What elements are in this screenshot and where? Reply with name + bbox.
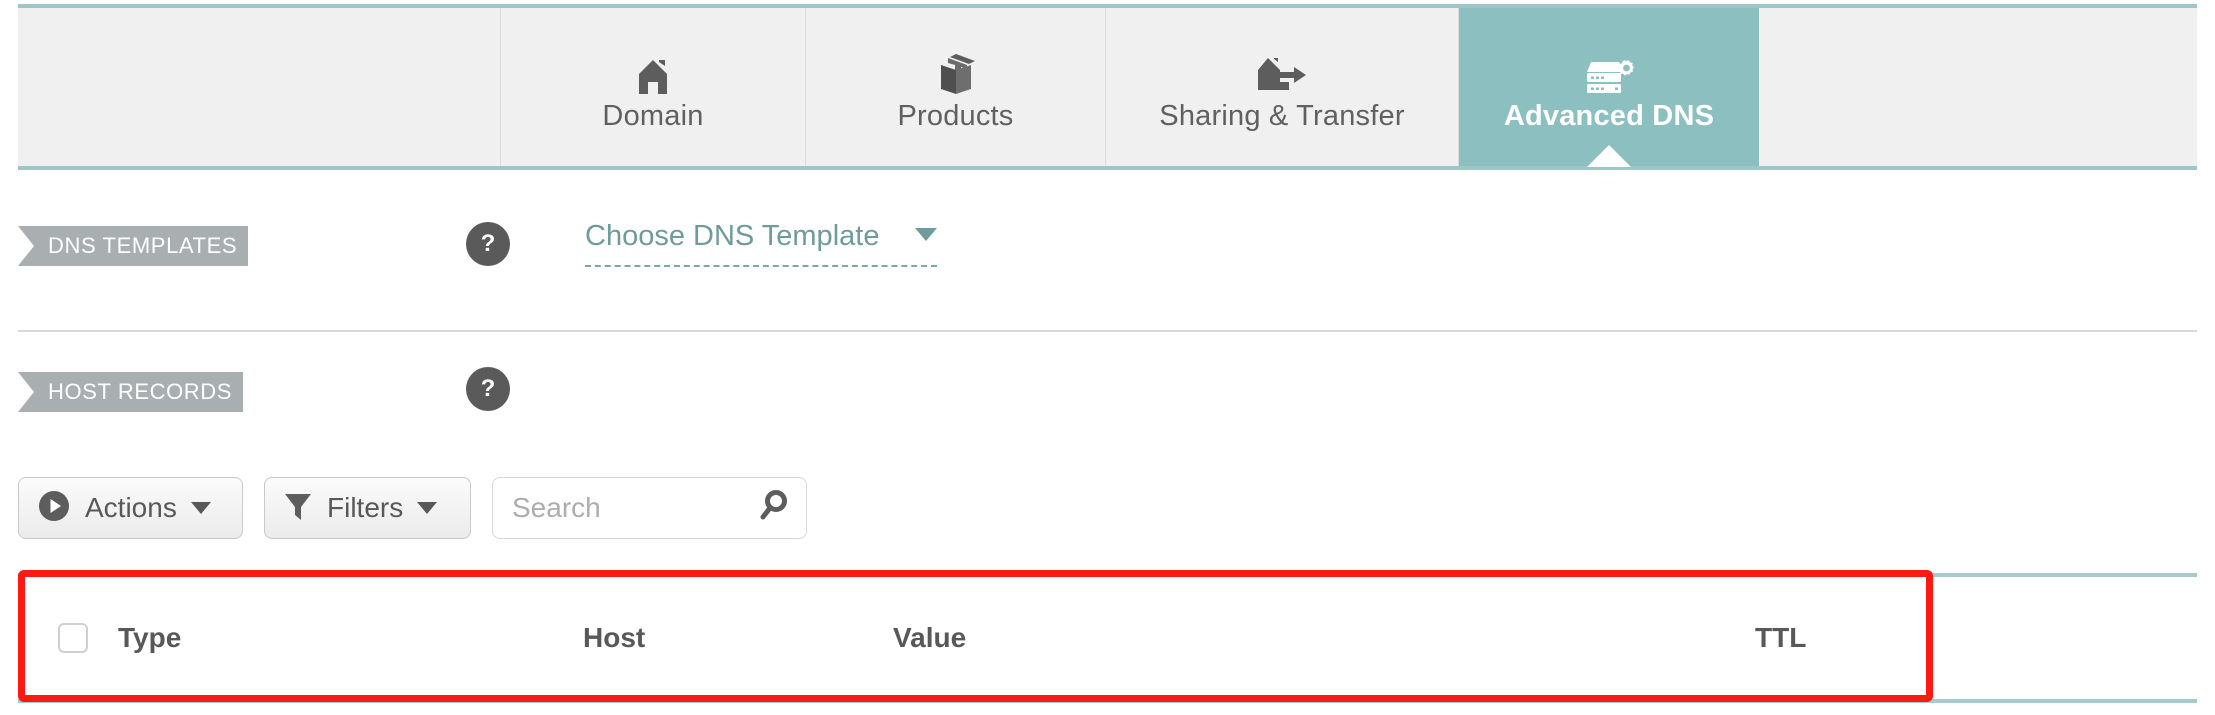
tab-advanced-dns[interactable]: Advanced DNS <box>1459 8 1759 166</box>
column-header-value[interactable]: Value <box>893 624 966 652</box>
dns-template-select-value: Choose DNS Template <box>585 222 879 259</box>
table-header-row: Type Host Value TTL <box>18 577 2197 699</box>
actions-button-label: Actions <box>85 494 177 522</box>
house-arrow-icon <box>1254 44 1310 96</box>
section-divider <box>18 330 2197 332</box>
primary-tab-bar: Domain Products Sharing & Transfer <box>18 4 2197 170</box>
active-tab-notch <box>1587 145 1631 167</box>
filters-button[interactable]: Filters <box>264 477 471 539</box>
dns-template-select[interactable]: Choose DNS Template <box>585 215 937 267</box>
filters-button-label: Filters <box>327 494 403 522</box>
section-ribbon-host-records: HOST RECORDS <box>18 372 243 412</box>
help-icon-host-records[interactable]: ? <box>466 367 510 411</box>
tab-bar-tail <box>1759 8 2197 166</box>
box-icon <box>935 44 977 96</box>
tab-products[interactable]: Products <box>806 8 1106 166</box>
search-input[interactable] <box>512 492 742 524</box>
column-header-type[interactable]: Type <box>118 624 181 652</box>
chevron-down-icon <box>191 502 211 514</box>
help-icon-dns-templates[interactable]: ? <box>466 222 510 266</box>
tab-label-advanced-dns: Advanced DNS <box>1504 102 1714 131</box>
tab-label-domain: Domain <box>602 102 703 131</box>
tab-label-products: Products <box>897 102 1013 131</box>
server-gear-icon <box>1583 44 1635 96</box>
tab-domain[interactable]: Domain <box>501 8 806 166</box>
tab-label-sharing-transfer: Sharing & Transfer <box>1159 102 1404 131</box>
chevron-down-icon <box>417 502 437 514</box>
actions-button[interactable]: Actions <box>18 477 243 539</box>
host-records-ribbon-label: HOST RECORDS <box>48 379 232 405</box>
play-circle-icon <box>37 489 71 528</box>
section-ribbon-dns-templates: DNS TEMPLATES <box>18 226 248 266</box>
host-records-table: Type Host Value TTL <box>18 573 2197 703</box>
records-toolbar: Actions Filters <box>18 477 807 539</box>
select-all-checkbox[interactable] <box>58 623 88 653</box>
chevron-down-icon <box>915 228 937 241</box>
column-header-ttl[interactable]: TTL <box>1755 624 1806 652</box>
house-icon <box>633 44 673 96</box>
search-icon[interactable] <box>758 490 788 527</box>
search-box[interactable] <box>492 477 807 539</box>
tab-spacer <box>18 8 501 166</box>
tab-sharing-transfer[interactable]: Sharing & Transfer <box>1106 8 1459 166</box>
funnel-icon <box>283 489 313 528</box>
dns-templates-ribbon-label: DNS TEMPLATES <box>48 233 237 259</box>
column-header-host[interactable]: Host <box>583 624 645 652</box>
